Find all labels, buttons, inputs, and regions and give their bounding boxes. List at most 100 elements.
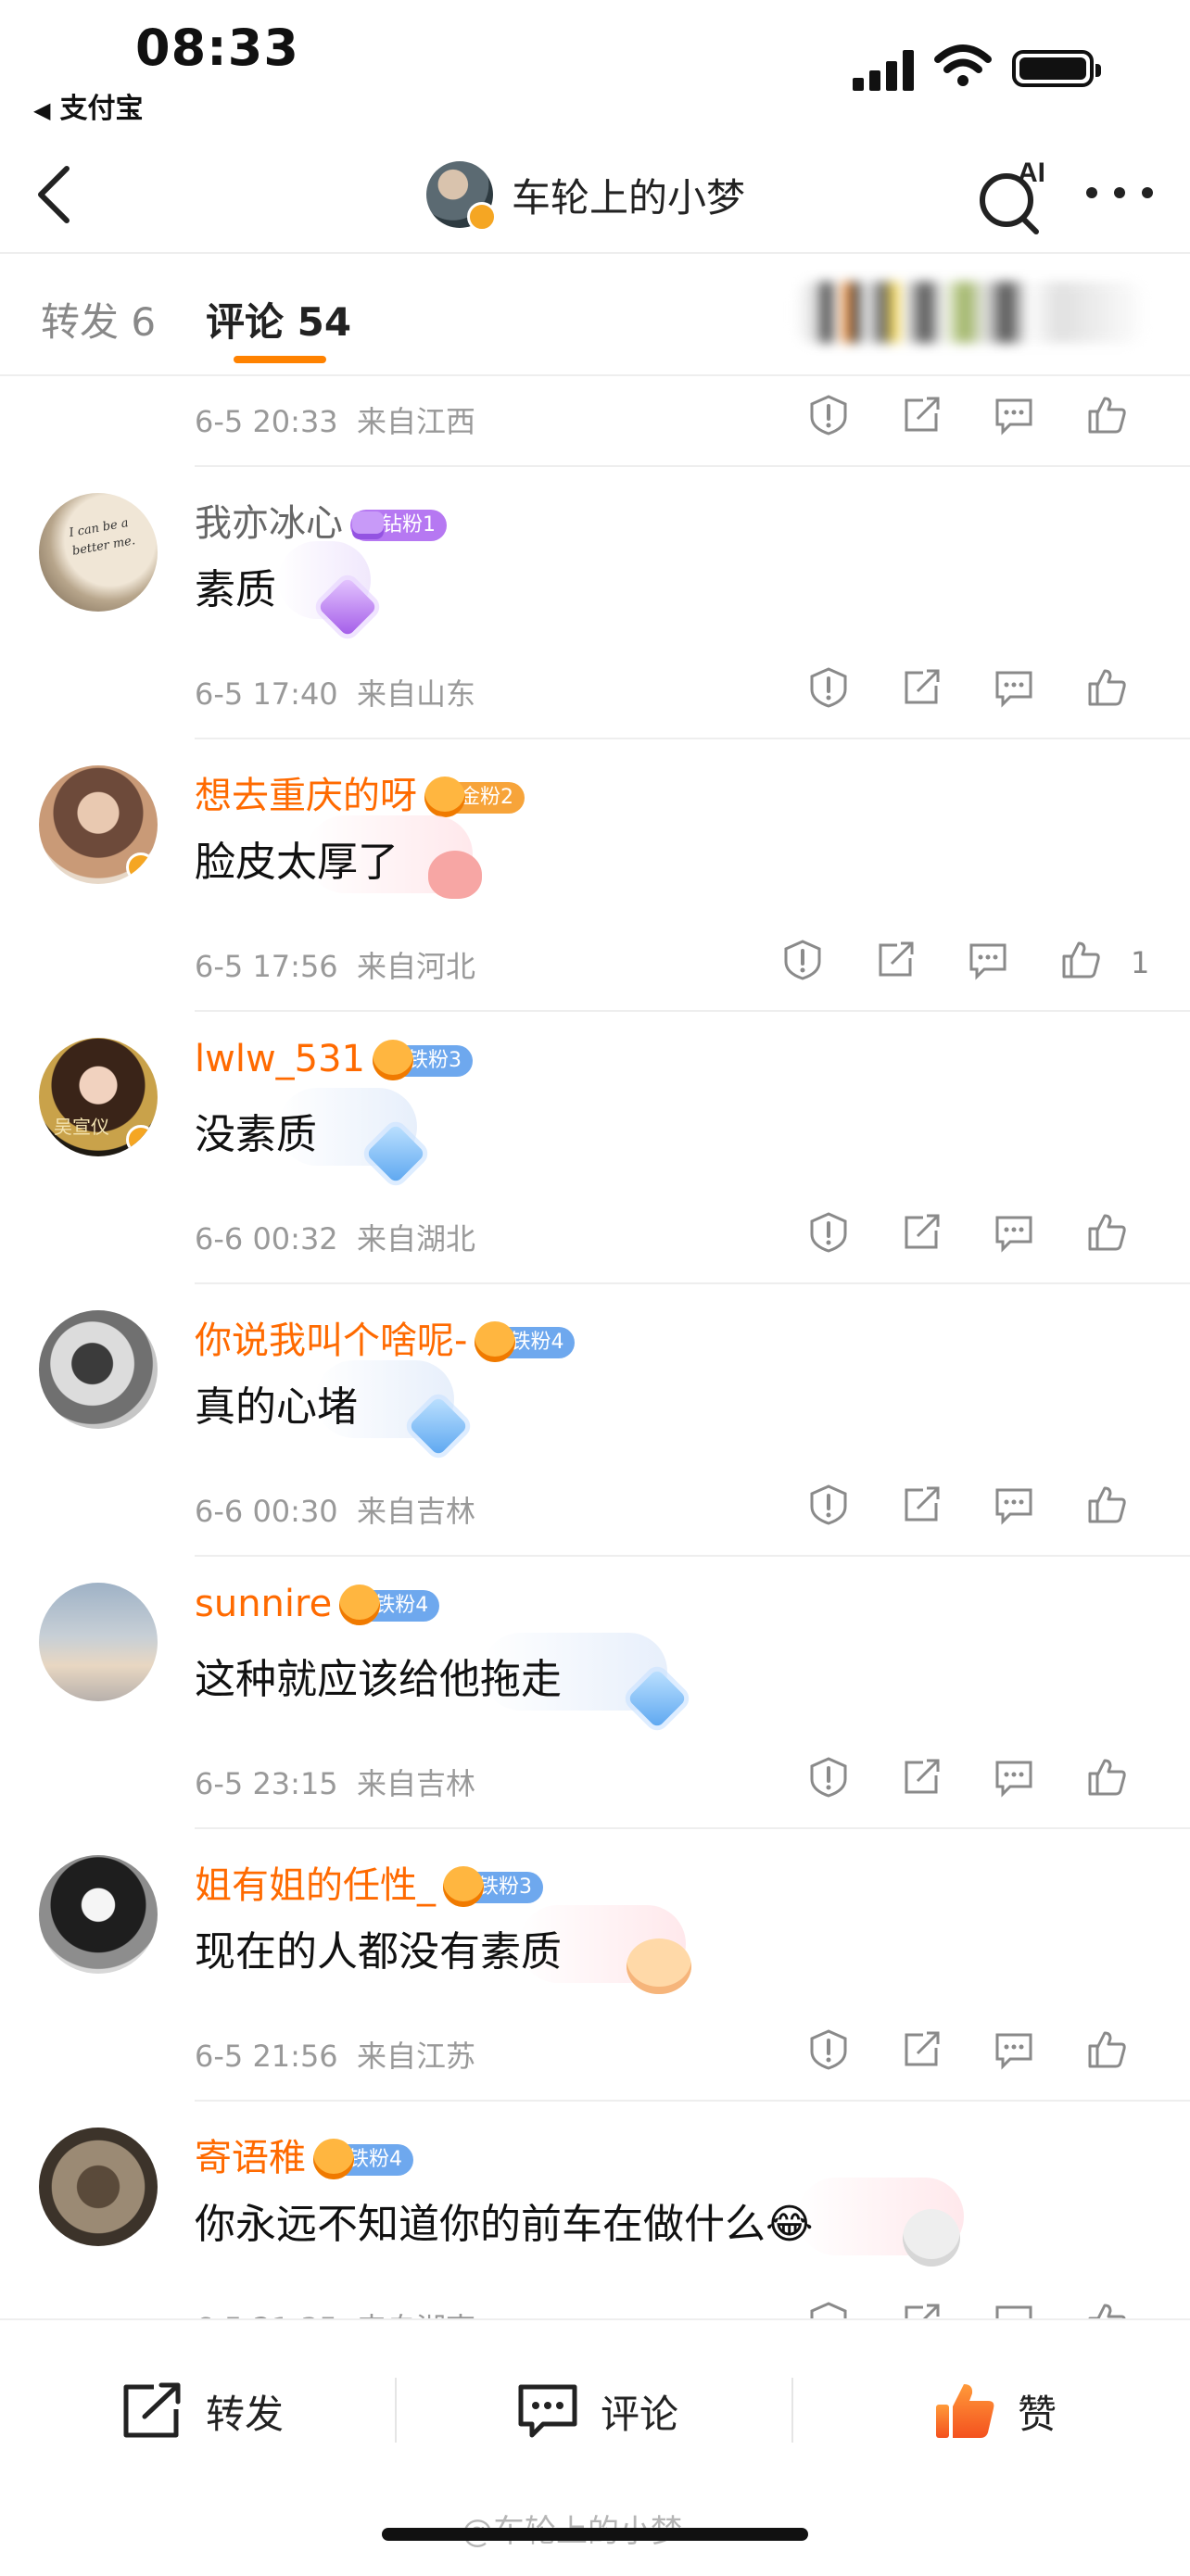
comment-username[interactable]: 你说我叫个啥呢- 铁粉4 [195, 1310, 576, 1364]
back-chevron-icon[interactable] [26, 158, 82, 232]
comment-text: 真的心堵 [195, 1383, 358, 1431]
comment-location: 来自江西 [357, 404, 476, 439]
avatar[interactable] [39, 2128, 158, 2246]
comment-meta: 6-5 21:56 来自江苏 [195, 2033, 475, 2076]
comment-username[interactable]: 想去重庆的呀 金粉2 [195, 765, 525, 819]
chibi-sticker-icon [903, 2209, 960, 2267]
comment-text: 你永远不知道你的前车在做什么😂 [195, 2201, 814, 2248]
like-icon[interactable] [1084, 1210, 1129, 1255]
like-icon[interactable] [1084, 393, 1129, 437]
comment-time: 6-5 21:56 [195, 2039, 338, 2074]
like-icon[interactable] [1084, 1755, 1129, 1799]
like-icon[interactable] [1058, 938, 1103, 982]
divider [195, 1282, 1190, 1284]
comment-icon[interactable] [992, 2300, 1036, 2320]
more-dots-icon[interactable] [1082, 180, 1157, 206]
fan-badge: 铁粉3 [443, 1866, 543, 1907]
comment-time: 6-5 23:15 [195, 1766, 338, 1801]
comment-meta: 6-5 23:15 来自吉林 [195, 1761, 475, 1803]
comment-meta: 6-6 00:30 来自吉林 [195, 1488, 475, 1531]
report-icon[interactable] [806, 2027, 851, 2072]
comment-icon[interactable] [992, 665, 1036, 710]
decorative-banner [795, 282, 1147, 343]
share-icon[interactable] [873, 938, 918, 982]
comment-icon[interactable] [992, 2027, 1036, 2072]
back-to-app-link[interactable]: ◀ 支付宝 [33, 85, 143, 126]
username-text: 想去重庆的呀 [195, 775, 417, 817]
share-icon[interactable] [899, 1483, 943, 1527]
fan-badge: 铁粉3 [373, 1040, 474, 1080]
comment-time: 6-5 17:40 [195, 676, 338, 712]
comment-username[interactable]: 我亦冰心 钻粉1 [195, 493, 447, 547]
comment-meta: 6-5 17:40 来自山东 [195, 671, 475, 713]
share-icon[interactable] [899, 1755, 943, 1799]
fan-badge-label: 铁粉3 [408, 1049, 462, 1072]
fan-badge: 金粉2 [424, 777, 525, 817]
like-icon[interactable] [1084, 2300, 1129, 2320]
like-button[interactable]: 赞 [932, 2374, 1057, 2448]
comment-list[interactable]: 6-5 20:33 来自江西 I can be a better me. 我亦冰… [0, 374, 1190, 2320]
avatar[interactable]: I can be a better me. [39, 493, 158, 612]
comment-username[interactable]: sunnire 铁粉4 [195, 1583, 440, 1625]
comment-actions: 1 [780, 938, 1149, 993]
comment-icon[interactable] [992, 1210, 1036, 1255]
report-icon[interactable] [806, 1755, 851, 1799]
tab-comments[interactable]: 评论 54 [206, 291, 351, 347]
avatar[interactable] [39, 1310, 158, 1429]
share-icon[interactable] [899, 393, 943, 437]
avatar[interactable] [426, 161, 497, 232]
comment-username[interactable]: lwlw_531 铁粉3 [195, 1038, 474, 1080]
comment-location: 来自江苏 [357, 2039, 476, 2074]
avatar[interactable] [39, 1583, 158, 1701]
share-icon[interactable] [899, 1210, 943, 1255]
fan-badge-label: 铁粉4 [374, 1594, 429, 1617]
like-icon[interactable] [1084, 665, 1129, 710]
comment-meta: 6-5 20:33 来自江西 [195, 398, 475, 441]
username-text: 寄语稚 [195, 2137, 306, 2179]
share-icon[interactable] [899, 2027, 943, 2072]
share-icon[interactable] [899, 2300, 943, 2320]
comment-location: 来自吉林 [357, 1494, 476, 1529]
comment-time: 6-5 20:33 [195, 404, 338, 439]
like-icon [936, 2384, 994, 2438]
fan-badge-label: 铁粉4 [510, 1331, 564, 1354]
comment-button[interactable]: 评论 [515, 2374, 678, 2448]
home-indicator[interactable] [382, 2528, 808, 2541]
nav-profile[interactable]: 车轮上的小梦 [426, 156, 745, 234]
comment-icon[interactable] [992, 393, 1036, 437]
comment-icon[interactable] [992, 1483, 1036, 1527]
comment-icon[interactable] [992, 1755, 1036, 1799]
ai-search-icon[interactable]: AI [975, 154, 1049, 237]
comment-meta: 6-6 00:32 来自湖北 [195, 1216, 475, 1258]
comment-icon[interactable] [966, 938, 1010, 982]
comment-username[interactable]: 姐有姐的任性_ 铁粉3 [195, 1855, 543, 1909]
report-icon[interactable] [806, 665, 851, 710]
report-icon[interactable] [806, 2300, 851, 2320]
fan-badge-label: 钻粉1 [382, 513, 436, 537]
report-icon[interactable] [806, 1210, 851, 1255]
divider [195, 1555, 1190, 1557]
repost-button[interactable]: 转发 [120, 2374, 284, 2448]
tab-repost[interactable]: 转发 6 [41, 291, 156, 347]
crown-icon [475, 1321, 516, 1362]
comment-meta: 6-5 17:56 来自河北 [195, 943, 475, 986]
comment-actions [806, 1483, 1158, 1538]
avatar-text: 吴宣仪 [54, 1116, 109, 1138]
avatar[interactable] [39, 765, 158, 884]
wifi-icon [934, 44, 992, 86]
report-icon[interactable] [806, 393, 851, 437]
avatar[interactable] [39, 1855, 158, 1974]
crown-icon [443, 1866, 484, 1907]
like-icon[interactable] [1084, 2027, 1129, 2072]
fan-badge-label: 铁粉3 [478, 1875, 532, 1899]
report-icon[interactable] [806, 1483, 851, 1527]
like-icon[interactable] [1084, 1483, 1129, 1527]
avatar[interactable]: 吴宣仪 [39, 1038, 158, 1156]
comment-username[interactable]: 寄语稚 铁粉4 [195, 2128, 413, 2181]
comment-actions [806, 393, 1158, 448]
report-icon[interactable] [780, 938, 825, 982]
repost-label: 转发 [206, 2391, 285, 2437]
verified-badge-icon [126, 852, 156, 882]
share-icon[interactable] [899, 665, 943, 710]
comment-location: 来自湖北 [357, 1221, 476, 1256]
